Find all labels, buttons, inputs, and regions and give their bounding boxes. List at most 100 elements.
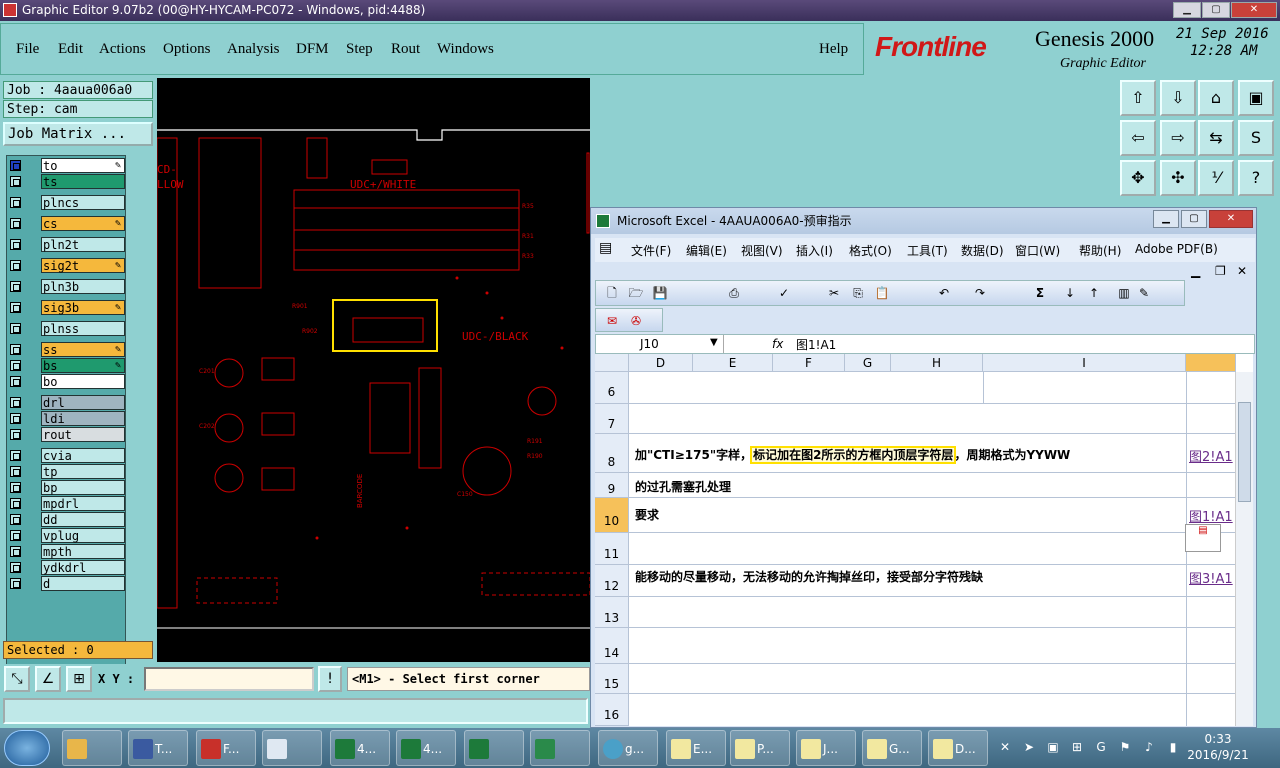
start-button[interactable]: [4, 730, 50, 766]
spreadsheet-grid[interactable]: D E F G H I 6 7 8 9 10 11 12 13 14 15 16…: [595, 354, 1253, 726]
tool-down-icon[interactable]: ⇩: [1160, 80, 1196, 116]
excel-close-button[interactable]: ✕: [1209, 210, 1253, 228]
row-header-16[interactable]: 16: [595, 694, 629, 726]
doc-restore-icon[interactable]: ❐: [1215, 264, 1226, 278]
zoom-in-icon[interactable]: ⤡: [4, 666, 30, 692]
measure-icon[interactable]: ∠: [35, 666, 61, 692]
tool-home-icon[interactable]: ⌂: [1198, 80, 1234, 116]
layer-name[interactable]: d: [41, 576, 125, 591]
xl-menu-tools[interactable]: 工具(T): [907, 242, 948, 259]
layer-name[interactable]: ydkdrl: [41, 560, 125, 575]
layer-row-mpdrl[interactable]: mpdrl: [7, 496, 127, 512]
close-button[interactable]: ✕: [1231, 2, 1277, 18]
link-r12[interactable]: 图3!A1: [1189, 568, 1233, 587]
select-all-corner[interactable]: [595, 354, 629, 372]
maximize-button[interactable]: ▢: [1202, 2, 1230, 18]
taskbar-excel-3[interactable]: [464, 730, 524, 766]
taskbar-item-g2[interactable]: G...: [862, 730, 922, 766]
vertical-scrollbar[interactable]: [1235, 372, 1253, 726]
layer-row-mpth[interactable]: mpth: [7, 544, 127, 560]
tool-right-icon[interactable]: ⇨: [1160, 120, 1196, 156]
layer-row-plncs[interactable]: plncs: [7, 195, 127, 211]
column-header-f[interactable]: F: [773, 354, 845, 372]
layer-name[interactable]: bs ✎: [41, 358, 125, 373]
xl-menu-adobe-pdf[interactable]: Adobe PDF(B): [1135, 242, 1218, 256]
layer-name[interactable]: rout: [41, 427, 125, 442]
menu-dfm[interactable]: DFM: [296, 41, 329, 58]
xl-menu-insert[interactable]: 插入(I): [796, 242, 833, 259]
layer-row-vplug[interactable]: vplug: [7, 528, 127, 544]
column-header-h[interactable]: H: [891, 354, 983, 372]
layer-name[interactable]: mpth: [41, 544, 125, 559]
layer-row-bo[interactable]: bo: [7, 374, 127, 390]
minimize-button[interactable]: ▁: [1173, 2, 1201, 18]
row-header-9[interactable]: 9: [595, 473, 629, 498]
tool-expand-icon[interactable]: ✥: [1120, 160, 1156, 196]
pdf-settings-icon[interactable]: ✇: [628, 313, 644, 329]
new-icon[interactable]: 🗋: [604, 285, 620, 301]
layer-checkbox[interactable]: [10, 160, 21, 171]
link-r10[interactable]: 图1!A1: [1189, 506, 1233, 525]
layer-name[interactable]: plnss: [41, 321, 125, 336]
row-header-12[interactable]: 12: [595, 565, 629, 597]
column-header-j[interactable]: [1186, 354, 1236, 372]
taskbar-item-e[interactable]: E...: [666, 730, 726, 766]
layer-checkbox[interactable]: [10, 530, 21, 541]
tool-center-icon[interactable]: ✣: [1160, 160, 1196, 196]
row-header-7[interactable]: 7: [595, 404, 629, 434]
taskbar-item-j[interactable]: J...: [796, 730, 856, 766]
row-header-6[interactable]: 6: [595, 372, 629, 404]
menu-edit[interactable]: Edit: [58, 41, 83, 58]
tray-clipboard-icon[interactable]: ▣: [1046, 740, 1060, 754]
cut-icon[interactable]: ✂: [826, 285, 842, 301]
xl-menu-window[interactable]: 窗口(W): [1015, 242, 1060, 259]
open-icon[interactable]: 🗁: [628, 285, 644, 301]
doc-close-icon[interactable]: ✕: [1237, 264, 1247, 278]
taskbar-pdf[interactable]: [530, 730, 590, 766]
sort-desc-icon[interactable]: ↑: [1086, 285, 1102, 301]
xl-menu-help[interactable]: 帮助(H): [1079, 242, 1121, 259]
layer-row-drl[interactable]: drl: [7, 395, 127, 411]
layer-name[interactable]: to ✎: [41, 158, 125, 173]
cell-d8[interactable]: 加"CTI≥175"字样，标记加在图2所示的方框内顶层字符层，周期格式为YYWW: [635, 446, 1070, 464]
menu-options[interactable]: Options: [163, 41, 211, 58]
command-line[interactable]: [3, 698, 588, 724]
tool-zoom-home-icon[interactable]: ⇧: [1120, 80, 1156, 116]
menu-step[interactable]: Step: [346, 41, 373, 58]
taskbar-item-f[interactable]: F...: [196, 730, 256, 766]
row-header-13[interactable]: 13: [595, 597, 629, 628]
layer-checkbox[interactable]: [10, 397, 21, 408]
pdf-icon[interactable]: ✉: [604, 313, 620, 329]
menu-help[interactable]: Help: [819, 41, 848, 58]
taskbar-notepad[interactable]: [262, 730, 322, 766]
layer-name[interactable]: tp: [41, 464, 125, 479]
layer-row-rout[interactable]: rout: [7, 427, 127, 443]
link-r8[interactable]: 图2!A1: [1189, 446, 1233, 465]
layer-row-bp[interactable]: bp: [7, 480, 127, 496]
layer-checkbox[interactable]: [10, 413, 21, 424]
layer-row-bs[interactable]: bs ✎: [7, 358, 127, 374]
cell-d9[interactable]: 的过孔需塞孔处理: [635, 478, 731, 495]
alert-icon[interactable]: !: [318, 666, 342, 692]
name-box-dropdown-icon[interactable]: ▼: [710, 337, 718, 348]
layer-row-pln3b[interactable]: pln3b: [7, 279, 127, 295]
print-icon[interactable]: ⎙: [726, 285, 742, 301]
graphic-canvas[interactable]: UDC+/WHITE UDC-/BLACK CD- LLOW BARCODE R…: [157, 78, 590, 662]
tool-swap-icon[interactable]: ⇆: [1198, 120, 1234, 156]
taskbar-item-p[interactable]: P...: [730, 730, 790, 766]
layer-row-ydkdrl[interactable]: ydkdrl: [7, 560, 127, 576]
layer-checkbox[interactable]: [10, 218, 21, 229]
menu-file[interactable]: File: [16, 41, 39, 58]
row-header-15[interactable]: 15: [595, 664, 629, 694]
tool-help-icon[interactable]: ?: [1238, 160, 1274, 196]
layer-name[interactable]: vplug: [41, 528, 125, 543]
layer-name[interactable]: drl: [41, 395, 125, 410]
layer-checkbox[interactable]: [10, 498, 21, 509]
layer-row-ss[interactable]: ss ✎: [7, 342, 127, 358]
drawing-icon[interactable]: ✎: [1136, 285, 1152, 301]
fx-icon[interactable]: fx: [772, 337, 783, 351]
column-header-d[interactable]: D: [629, 354, 693, 372]
taskbar-excel-2[interactable]: 4...: [396, 730, 456, 766]
copy-icon[interactable]: ⎘: [850, 285, 866, 301]
layer-name[interactable]: sig3b ✎: [41, 300, 125, 315]
